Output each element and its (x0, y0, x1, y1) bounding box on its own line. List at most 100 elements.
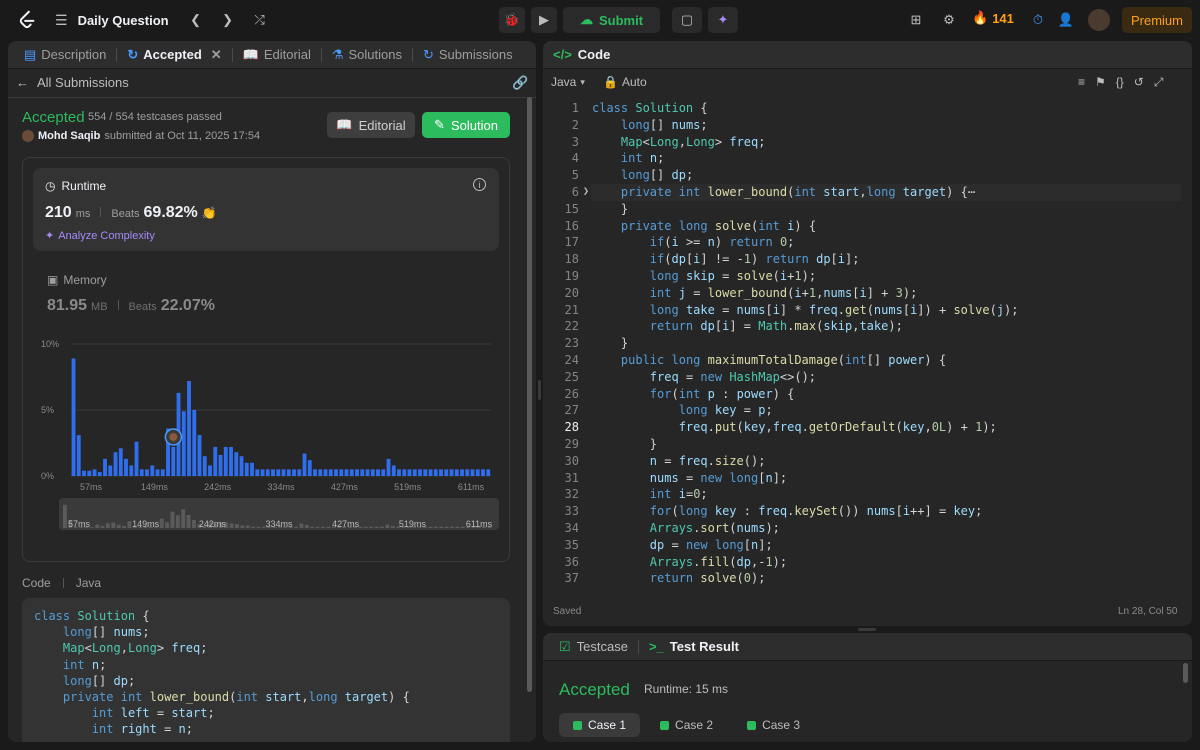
avatar[interactable] (1088, 9, 1110, 31)
bar[interactable] (449, 469, 454, 476)
run-button[interactable]: ▶ (531, 7, 557, 33)
bar[interactable] (145, 469, 149, 476)
bar[interactable] (470, 469, 475, 476)
bar[interactable] (475, 469, 480, 476)
scrollbar[interactable] (1183, 663, 1188, 683)
ai-sparkle-icon[interactable]: ✦ (708, 7, 738, 33)
bar[interactable] (481, 469, 485, 476)
bar[interactable] (250, 462, 254, 476)
bar[interactable] (465, 469, 470, 476)
avatar[interactable] (22, 130, 34, 142)
bar[interactable] (108, 465, 113, 476)
bar[interactable] (113, 452, 118, 476)
bar[interactable] (328, 469, 333, 476)
bar[interactable] (208, 465, 212, 476)
streak-counter[interactable]: 🔥 141 (972, 10, 1014, 26)
bar[interactable] (276, 469, 281, 476)
bar[interactable] (271, 469, 275, 476)
bar[interactable] (82, 470, 86, 476)
bar[interactable] (218, 454, 223, 476)
format-icon[interactable]: ≡ (1078, 75, 1085, 90)
shuffle-icon[interactable]: ⤮ (249, 9, 271, 31)
code-line[interactable]: return dp[i] = Math.max(skip,take); (592, 319, 903, 333)
bar[interactable] (439, 469, 443, 476)
close-icon[interactable]: ✕ (211, 47, 222, 63)
bar[interactable] (103, 458, 107, 476)
share-link-icon[interactable]: 🔗 (512, 75, 528, 91)
vertical-resize-handle[interactable] (538, 380, 541, 400)
bar[interactable] (297, 469, 302, 476)
code-line[interactable]: private long solve(int i) { (592, 219, 816, 233)
code-line[interactable]: private int lower_bound(int start,long t… (592, 185, 975, 199)
code-line[interactable]: int n; (592, 151, 664, 165)
auto-mode[interactable]: 🔒 Auto (603, 75, 647, 89)
bar[interactable] (244, 462, 249, 476)
bookmark-icon[interactable]: ⚑ (1095, 75, 1106, 90)
leetcode-logo-icon[interactable] (16, 9, 38, 31)
code-line[interactable]: freq.put(key,freq.getOrDefault(key,0L) +… (592, 420, 997, 434)
bar[interactable] (349, 469, 354, 476)
code-line[interactable]: long take = nums[i] * freq.get(nums[i]) … (592, 303, 1019, 317)
case-tab-1[interactable]: Case 1 (559, 713, 641, 737)
solution-button[interactable]: ✎ Solution (422, 112, 510, 138)
tab-test-result[interactable]: >_ Test Result (643, 639, 745, 654)
code-line[interactable]: long key = p; (592, 403, 773, 417)
prev-question-icon[interactable]: ❮ (185, 9, 207, 31)
bar[interactable] (181, 411, 186, 476)
bar[interactable] (386, 458, 391, 476)
tab-testcase[interactable]: ☑ Testcase (553, 639, 634, 655)
tab-solutions[interactable]: ⚗ Solutions (326, 41, 408, 69)
analyze-complexity-link[interactable]: ✦ Analyze Complexity (45, 229, 155, 243)
bar[interactable] (323, 469, 328, 476)
code-line[interactable]: dp = new long[n]; (592, 538, 773, 552)
code-line[interactable]: if(i >= n) return 0; (592, 235, 795, 249)
code-line[interactable]: public long maximumTotalDamage(int[] pow… (592, 353, 946, 367)
bar[interactable] (129, 465, 134, 476)
fold-chevron-icon[interactable]: ❯ (583, 186, 589, 197)
code-line[interactable]: Map<Long,Long> freq; (592, 135, 766, 149)
bar[interactable] (139, 469, 144, 476)
bar[interactable] (197, 435, 202, 476)
bar[interactable] (360, 469, 365, 476)
bar[interactable] (160, 469, 165, 476)
bar[interactable] (370, 469, 375, 476)
code-line[interactable]: int i=0; (592, 487, 708, 501)
code-line[interactable]: n = freq.size(); (592, 454, 766, 468)
bar[interactable] (292, 469, 296, 476)
bar[interactable] (97, 472, 102, 476)
bar[interactable] (339, 469, 344, 476)
bar[interactable] (302, 453, 307, 476)
code-line[interactable]: for(long key : freq.keySet()) nums[i++] … (592, 504, 983, 518)
bar[interactable] (418, 469, 422, 476)
bar[interactable] (124, 458, 128, 476)
code-line[interactable]: long[] dp; (592, 168, 693, 182)
bar[interactable] (376, 469, 380, 476)
scrollbar[interactable] (527, 97, 532, 692)
tab-editorial[interactable]: 📖 Editorial (237, 41, 317, 69)
bar[interactable] (454, 469, 459, 476)
bar[interactable] (281, 469, 286, 476)
code-line[interactable]: class Solution { (592, 101, 708, 115)
bar[interactable] (460, 469, 464, 476)
braces-icon[interactable]: {} (1116, 75, 1124, 90)
code-line[interactable]: Arrays.sort(nums); (592, 521, 780, 535)
code-line[interactable]: long[] nums; (592, 118, 708, 132)
bar[interactable] (202, 456, 207, 476)
runtime-card[interactable]: ◷ Runtime i 210 ms Beats 69.82% 👏 ✦ Anal… (33, 168, 499, 251)
runtime-distribution-chart[interactable]: 10% 5% 0% 57ms 149ms 242ms 334ms 427ms 519ms 611m… (23, 338, 511, 563)
code-line[interactable]: return solve(0); (592, 571, 766, 585)
bar[interactable] (134, 441, 139, 476)
bar[interactable] (155, 469, 160, 476)
editorial-button[interactable]: 📖 Editorial (327, 112, 415, 138)
bar[interactable] (355, 469, 359, 476)
bar[interactable] (92, 469, 97, 476)
memory-title[interactable]: ▣ Memory (47, 273, 107, 287)
bar[interactable] (239, 456, 244, 476)
bar[interactable] (118, 448, 123, 476)
all-submissions-link[interactable]: ← All Submissions (16, 75, 129, 90)
bar[interactable] (187, 380, 191, 476)
code-line[interactable]: } (592, 437, 657, 451)
timer-icon[interactable]: ⏱ (1027, 9, 1049, 31)
bar[interactable] (313, 469, 317, 476)
bar[interactable] (150, 465, 155, 476)
